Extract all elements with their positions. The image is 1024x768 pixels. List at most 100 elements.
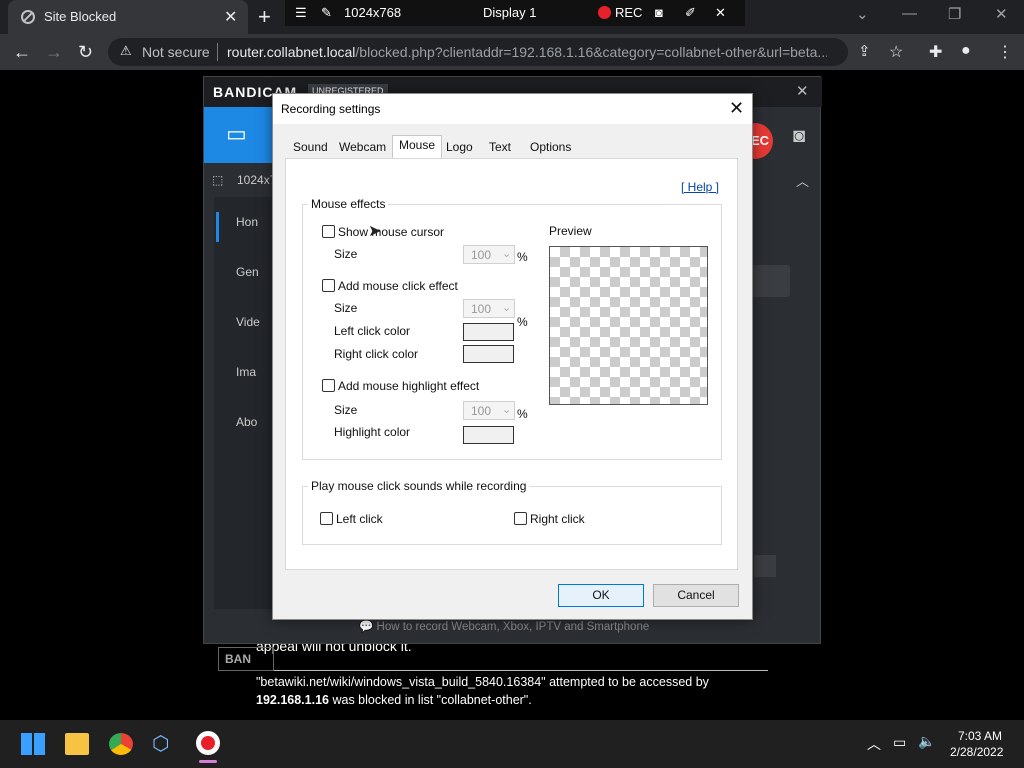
forward-icon[interactable]: → [45,42,63,63]
chevron-down-icon: ⌄ [502,248,512,260]
overlay-resolution: 1024x768 [344,5,402,20]
virtualbox-icon[interactable]: ⬡ [152,733,176,755]
page-text-attempt: "betawiki.net/wiki/windows_vista_build_5… [256,675,709,689]
minimize-icon[interactable]: — [902,5,917,22]
click-size-select[interactable]: 100 ⌄ [463,299,515,318]
chrome-icon[interactable] [109,733,133,755]
camera-icon[interactable]: ◙ [655,5,663,20]
restore-icon[interactable]: ❐ [948,5,961,23]
close-window-icon[interactable]: ✕ [995,5,1008,23]
bandicam-hint[interactable]: 💬 How to record Webcam, Xbox, IPTV and S… [359,619,649,633]
click-sounds-legend: Play mouse click sounds while recording [308,479,530,493]
bandicam-resolution: 1024x7 [237,173,277,187]
dialog-close-icon[interactable]: ✕ [729,98,744,119]
dialog-title: Recording settings [281,102,381,116]
rec-dot-icon [598,6,611,19]
highlight-size-label: Size [334,403,358,417]
volume-icon[interactable]: 🔈 [918,733,935,750]
sidebar-item-home[interactable]: Hon [236,215,258,229]
not-secure-label[interactable]: Not secure [142,44,210,60]
overlay-close-icon[interactable]: ✕ [715,5,726,21]
highlight-effect-checkbox[interactable] [322,379,335,392]
tab-close-icon[interactable]: ✕ [224,7,237,27]
share-icon[interactable]: ⇪ [858,42,871,60]
sidebar-active-marker [216,212,219,242]
ok-button[interactable]: OK [558,584,644,607]
warning-icon[interactable]: ⚠ [120,43,132,59]
tab-options[interactable]: Options [524,138,577,158]
tab-webcam[interactable]: Webcam [333,138,392,158]
mouse-cursor-icon: ➤ [368,223,382,240]
back-icon[interactable]: ← [13,42,31,63]
bandicam-overlay-bar: ☰ ✎ 1024x768 Display 1 REC ◙ ✐ ✕ [285,0,745,26]
chevron-down-icon: ⌄ [502,404,512,416]
left-click-sound-checkbox[interactable] [320,512,333,525]
tray-chevron-icon[interactable]: ︿ [867,734,881,754]
sidebar-item-video[interactable]: Vide [236,315,260,329]
active-app-indicator [199,760,217,763]
extensions-icon[interactable]: ✚ [929,42,942,62]
collapse-icon[interactable]: ︿ [796,171,809,190]
highlight-size-select[interactable]: 100 ⌄ [463,401,515,420]
preview-label: Preview [549,224,592,238]
windows-start-icon[interactable] [21,733,45,755]
tab-logo[interactable]: Logo [440,138,479,158]
highlight-color-label: Highlight color [334,425,411,439]
right-click-color-swatch[interactable] [463,345,514,363]
omnibox[interactable]: ⚠ Not secure router.collabnet.local/bloc… [108,38,848,66]
cancel-button[interactable]: Cancel [653,584,739,607]
rec-button[interactable]: REC [598,5,642,20]
left-click-sound-label[interactable]: Left click [336,512,383,526]
sidebar-item-about[interactable]: Abo [236,415,257,429]
show-cursor-checkbox[interactable] [322,225,335,238]
sidebar-item-image[interactable]: Ima [236,365,256,379]
browser-tab[interactable]: Site Blocked ✕ [8,0,248,34]
click-effect-checkbox[interactable] [322,279,335,292]
help-link[interactable]: [ Help ] [681,180,719,194]
page-divider [256,670,768,671]
clock-date[interactable]: 2/28/2022 [950,745,1003,759]
right-click-sound-label[interactable]: Right click [530,512,585,526]
clock-time[interactable]: 7:03 AM [958,729,1002,743]
show-cursor-label[interactable]: Show mouse cursor [338,225,444,239]
bandicam-close-icon[interactable]: ✕ [796,82,809,100]
bandicam-side-tile [754,555,776,577]
bandicam-gamepad-tile[interactable] [748,265,790,297]
highlight-size-percent: % [517,407,528,421]
highlight-color-swatch[interactable] [463,426,514,444]
left-click-color-swatch[interactable] [463,323,514,341]
tab-sound[interactable]: Sound [287,138,334,158]
bandicam-taskbar-icon[interactable] [196,731,220,755]
sidebar-item-general[interactable]: Gen [236,265,259,279]
bookmark-star-icon[interactable]: ☆ [889,42,903,62]
browser-menu-icon[interactable]: ⋮ [997,42,1013,62]
url-text[interactable]: router.collabnet.local/blocked.php?clien… [227,44,827,60]
new-tab-button[interactable]: + [258,4,271,30]
reload-icon[interactable]: ↻ [78,42,93,63]
cursor-size-select[interactable]: 100 ⌄ [463,245,515,264]
cursor-size-label: Size [334,247,358,261]
monitor-icon: ▭ [226,121,247,146]
pencil-icon[interactable]: ✐ [685,5,696,21]
browser-tab-title: Site Blocked [44,9,117,24]
tab-mouse[interactable]: Mouse [392,135,443,159]
left-click-color-label: Left click color [334,324,411,338]
bandicam-camera-icon[interactable]: ◙ [793,125,805,148]
bandicam-sidebar: Hon Gen Vide Ima Abo BAN [214,197,274,671]
right-click-sound-checkbox[interactable] [514,512,527,525]
menu-icon[interactable]: ☰ [295,5,307,21]
right-click-color-label: Right click color [334,347,419,361]
file-explorer-icon[interactable] [65,733,89,755]
bandicam-footer-button[interactable]: BAN [218,647,274,671]
pin-icon[interactable]: ✎ [321,5,332,21]
overlay-display[interactable]: Display 1 [483,5,536,20]
click-effect-label[interactable]: Add mouse click effect [338,279,458,293]
screen-mode-button[interactable]: ▭ [204,107,274,163]
tab-text[interactable]: Text [483,138,517,158]
highlight-effect-label[interactable]: Add mouse highlight effect [338,379,479,393]
cursor-size-percent: % [517,250,528,264]
profile-icon[interactable]: ● [961,42,971,60]
tab-search-icon[interactable]: ⌄ [856,5,869,23]
network-icon[interactable]: ▭ [893,734,906,751]
bandicam-res-icon: ⬚ [212,173,224,187]
